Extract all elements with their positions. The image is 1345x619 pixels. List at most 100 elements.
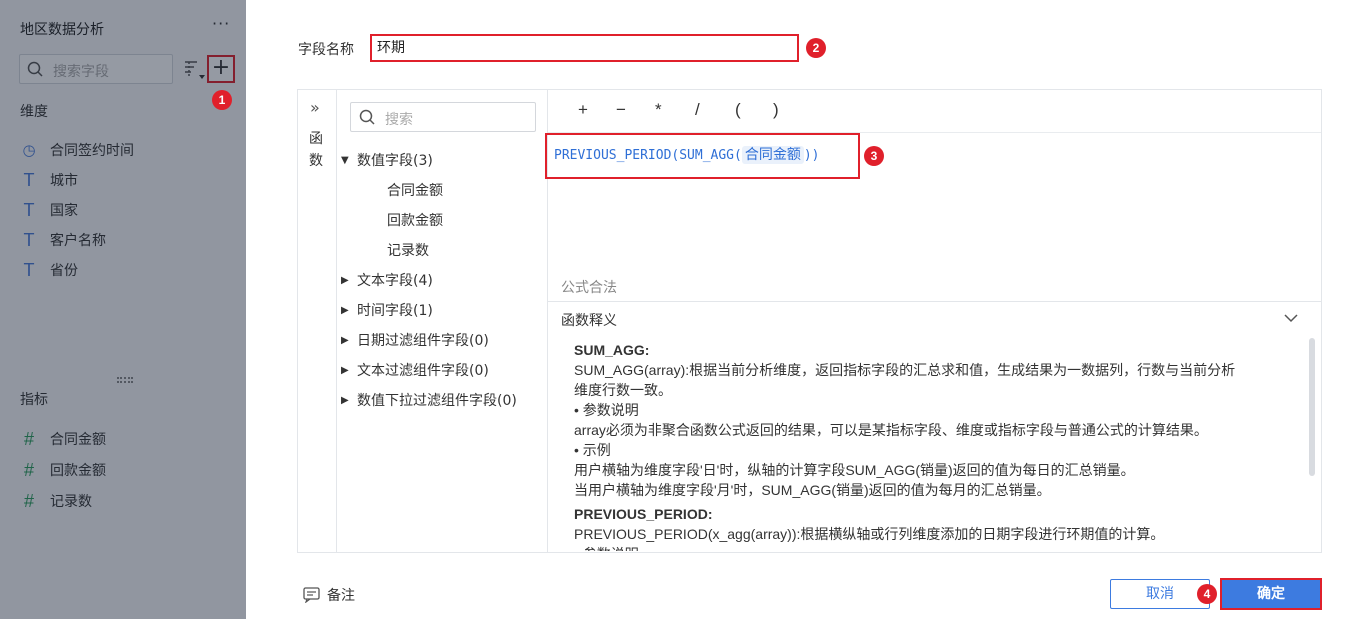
- field-search-input[interactable]: 搜索字段: [19, 54, 173, 84]
- description-scrollbar[interactable]: [1309, 338, 1315, 476]
- measure-item[interactable]: # 回款金额: [20, 460, 106, 480]
- dimension-label: 客户名称: [50, 233, 106, 249]
- description-line: • 参数说明: [574, 402, 639, 418]
- description-line: PREVIOUS_PERIOD(x_agg(array)):根据横纵轴或行列维度…: [574, 526, 1165, 542]
- dimension-item[interactable]: T 国家: [20, 199, 79, 220]
- chevron-down-icon[interactable]: [1283, 310, 1299, 326]
- formula-text: PREVIOUS_PERIOD(SUM_AGG(: [554, 148, 742, 163]
- field-name-input[interactable]: 环期: [370, 34, 799, 62]
- modal-overlay: [0, 0, 246, 619]
- hash-icon: #: [23, 428, 34, 449]
- function-description-title: 函数释义: [561, 313, 617, 329]
- text-icon: T: [23, 199, 35, 220]
- formula-area: + − * / ( ) PREVIOUS_PERIOD(SUM_AGG(合同金额…: [545, 90, 1321, 552]
- search-placeholder: 搜索字段: [53, 64, 109, 80]
- expand-functions-icon[interactable]: »: [310, 98, 320, 117]
- measure-label: 合同金额: [50, 432, 106, 448]
- open-paren-button[interactable]: (: [735, 100, 741, 120]
- function-name-heading: PREVIOUS_PERIOD:: [574, 506, 713, 522]
- cancel-button[interactable]: 取消: [1110, 579, 1210, 609]
- resize-handle[interactable]: [0, 372, 246, 388]
- hash-icon: #: [23, 459, 34, 480]
- fields-search-input[interactable]: 搜索: [350, 102, 536, 132]
- description-line: 用户横轴为维度字段'日'时，纵轴的计算字段SUM_AGG(销量)返回的值为每日的…: [574, 462, 1135, 478]
- text-icon: T: [23, 259, 35, 280]
- measure-label: 记录数: [50, 494, 92, 510]
- confirm-button[interactable]: 确定: [1220, 578, 1322, 610]
- field-name-label: 字段名称: [298, 42, 354, 58]
- tree-field-item[interactable]: 记录数: [387, 240, 429, 260]
- caret-right-icon: ▶: [341, 334, 349, 346]
- minus-operator-button[interactable]: −: [616, 100, 626, 120]
- formula-valid-status: 公式合法: [561, 280, 617, 296]
- caret-right-icon: ▶: [341, 274, 349, 286]
- search-icon: [27, 61, 43, 77]
- dimension-item[interactable]: ◷ 合同签约时间: [20, 140, 134, 160]
- description-line: SUM_AGG(array):根据当前分析维度，返回指标字段的汇总求和值，生成结…: [574, 362, 1236, 378]
- plus-operator-button[interactable]: +: [578, 100, 588, 120]
- functions-tab[interactable]: 函数: [309, 128, 325, 172]
- note-label: 备注: [327, 588, 355, 604]
- measure-item[interactable]: # 记录数: [20, 491, 92, 511]
- left-panel: 地区数据分析 ··· 搜索字段 + 维度 ◷ 合同签约时间 T 城市 T 国家 T 客户…: [0, 0, 246, 619]
- search-placeholder: 搜索: [385, 112, 413, 128]
- function-panel: » 函数: [298, 90, 337, 552]
- add-field-button[interactable]: +: [207, 55, 235, 83]
- close-paren-button[interactable]: ): [773, 100, 779, 120]
- formula-input[interactable]: PREVIOUS_PERIOD(SUM_AGG(合同金额)): [554, 144, 820, 164]
- tree-group-label: 文本字段(4): [357, 273, 433, 289]
- tree-group-label: 数值下拉过滤组件字段(0): [357, 393, 517, 409]
- caret-down-icon: ▼: [341, 154, 349, 166]
- caret-right-icon: ▶: [341, 304, 349, 316]
- function-description-header[interactable]: 函数释义: [548, 301, 1321, 335]
- caret-right-icon: ▶: [341, 394, 349, 406]
- formula-text: )): [803, 148, 820, 163]
- multiply-operator-button[interactable]: *: [655, 100, 662, 120]
- note-button[interactable]: 备注: [303, 585, 355, 605]
- search-icon: [359, 109, 375, 125]
- dimension-label: 合同签约时间: [50, 143, 134, 159]
- text-icon: T: [23, 229, 35, 250]
- dimension-item[interactable]: T 客户名称: [20, 229, 107, 250]
- tree-group-label: 日期过滤组件字段(0): [357, 333, 489, 349]
- dimension-label: 省份: [50, 263, 78, 279]
- step-badge-3: 3: [864, 146, 884, 166]
- tree-group-label: 时间字段(1): [357, 303, 433, 319]
- description-line: 维度行数一致。: [574, 382, 672, 398]
- dimension-item[interactable]: T 城市: [20, 169, 79, 190]
- tree-group-numeric[interactable]: ▼ 数值字段(3): [341, 150, 433, 170]
- tree-group-time[interactable]: ▶ 时间字段(1): [341, 300, 433, 320]
- dimension-label: 国家: [50, 203, 78, 219]
- tree-group-label: 数值字段(3): [357, 153, 433, 169]
- formula-field-chip[interactable]: 合同金额: [741, 146, 804, 164]
- sort-filter-icon[interactable]: [183, 58, 205, 80]
- hash-calc-icon: #: [23, 490, 34, 511]
- measure-section-label: 指标: [20, 392, 48, 408]
- tree-group-text[interactable]: ▶ 文本字段(4): [341, 270, 433, 290]
- measure-item[interactable]: # 合同金额: [20, 429, 106, 449]
- note-icon: [303, 587, 320, 603]
- function-description-body: SUM_AGG: SUM_AGG(array):根据当前分析维度，返回指标字段的汇…: [574, 340, 1294, 551]
- text-icon: T: [23, 169, 35, 190]
- panel-title: 地区数据分析: [20, 22, 104, 38]
- step-badge-4: 4: [1197, 584, 1217, 604]
- tree-field-item[interactable]: 合同金额: [387, 180, 443, 200]
- operator-toolbar: + − * / ( ): [548, 90, 1321, 133]
- dimension-item[interactable]: T 省份: [20, 259, 79, 280]
- description-line: • 参数说明: [574, 544, 1294, 551]
- formula-editor: » 函数 搜索 ▼ 数值字段(3) 合同金额 回款金额 记录数 ▶ 文本字段(4) …: [297, 89, 1322, 553]
- more-icon[interactable]: ···: [212, 14, 230, 33]
- clock-icon: ◷: [22, 141, 36, 159]
- divide-operator-button[interactable]: /: [695, 100, 700, 120]
- grip-icon: [117, 377, 133, 383]
- tree-group-label: 文本过滤组件字段(0): [357, 363, 489, 379]
- tree-group-date-filter[interactable]: ▶ 日期过滤组件字段(0): [341, 330, 489, 350]
- fields-panel: 搜索 ▼ 数值字段(3) 合同金额 回款金额 记录数 ▶ 文本字段(4) ▶ 时间字段…: [337, 90, 548, 552]
- dimension-label: 城市: [50, 173, 78, 189]
- measure-label: 回款金额: [50, 463, 106, 479]
- tree-field-item[interactable]: 回款金额: [387, 210, 443, 230]
- tree-group-numeric-dropdown-filter[interactable]: ▶ 数值下拉过滤组件字段(0): [341, 390, 517, 410]
- description-line: 当用户横轴为维度字段'月'时，SUM_AGG(销量)返回的值为每月的汇总销量。: [574, 482, 1051, 498]
- caret-right-icon: ▶: [341, 364, 349, 376]
- tree-group-text-filter[interactable]: ▶ 文本过滤组件字段(0): [341, 360, 489, 380]
